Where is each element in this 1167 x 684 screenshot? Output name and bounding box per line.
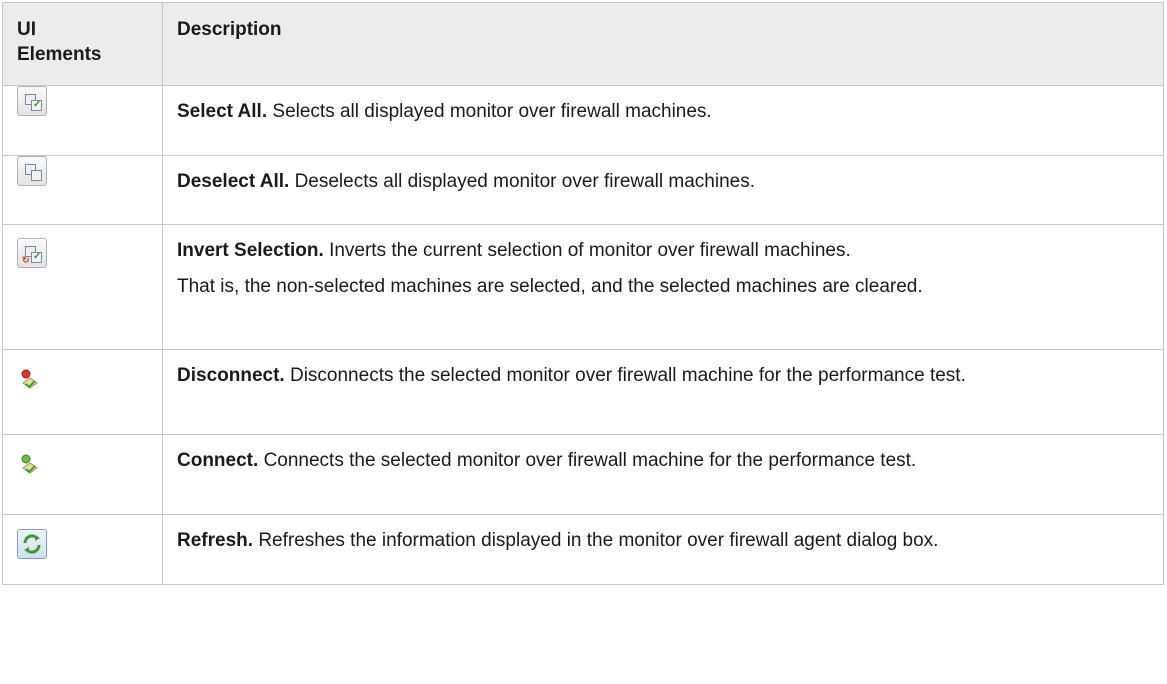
- element-name: Disconnect.: [177, 365, 285, 386]
- icon-cell: [2, 434, 163, 515]
- table-row: Deselect All. Deselects all displayed mo…: [2, 155, 1164, 225]
- column-header-ui-elements: UI Elements: [2, 2, 163, 86]
- column-header-description: Description: [162, 2, 1164, 86]
- element-description: Connects the selected monitor over firew…: [263, 450, 917, 471]
- element-name: Deselect All.: [177, 171, 290, 192]
- icon-cell: ✓ ↻: [2, 224, 163, 350]
- description-cell: Invert Selection. Inverts the current se…: [162, 224, 1164, 350]
- table-row: Disconnect. Disconnects the selected mon…: [2, 349, 1164, 435]
- table-header-row: UI Elements Description: [2, 2, 1164, 86]
- description-cell: Deselect All. Deselects all displayed mo…: [162, 155, 1164, 225]
- select-all-icon: ✓: [17, 86, 47, 116]
- icon-cell: [2, 514, 163, 585]
- description-cell: Connect. Connects the selected monitor o…: [162, 434, 1164, 515]
- column-header-label: UI Elements: [17, 19, 102, 65]
- deselect-all-icon: [17, 156, 47, 186]
- description-cell: Select All. Selects all displayed monito…: [162, 85, 1164, 156]
- invert-selection-icon: ✓ ↻: [17, 238, 47, 268]
- refresh-icon: [17, 529, 47, 559]
- icon-cell: [2, 349, 163, 435]
- disconnect-icon: [17, 367, 43, 393]
- element-name: Invert Selection.: [177, 240, 324, 261]
- table-row: Refresh. Refreshes the information displ…: [2, 514, 1164, 585]
- icon-cell: ✓: [2, 85, 163, 156]
- element-name: Select All.: [177, 101, 268, 122]
- element-description: Selects all displayed monitor over firew…: [272, 101, 712, 122]
- element-name: Connect.: [177, 450, 259, 471]
- table-row: ✓ ↻ Invert Selection. Inverts the curren…: [2, 224, 1164, 350]
- description-cell: Disconnect. Disconnects the selected mon…: [162, 349, 1164, 435]
- description-cell: Refresh. Refreshes the information displ…: [162, 514, 1164, 585]
- element-extra-note: That is, the non-selected machines are s…: [177, 276, 923, 297]
- element-description: Deselects all displayed monitor over fir…: [294, 171, 755, 192]
- element-description: Inverts the current selection of monitor…: [329, 240, 851, 261]
- table-row: ✓ Select All. Selects all displayed moni…: [2, 85, 1164, 156]
- element-name: Refresh.: [177, 530, 254, 551]
- element-description: Refreshes the information displayed in t…: [258, 530, 939, 551]
- icon-cell: [2, 155, 163, 225]
- table-row: Connect. Connects the selected monitor o…: [2, 434, 1164, 515]
- element-description: Disconnects the selected monitor over fi…: [289, 365, 966, 386]
- ui-elements-table: UI Elements Description ✓ Select All. Se…: [2, 2, 1164, 585]
- connect-icon: [17, 452, 43, 478]
